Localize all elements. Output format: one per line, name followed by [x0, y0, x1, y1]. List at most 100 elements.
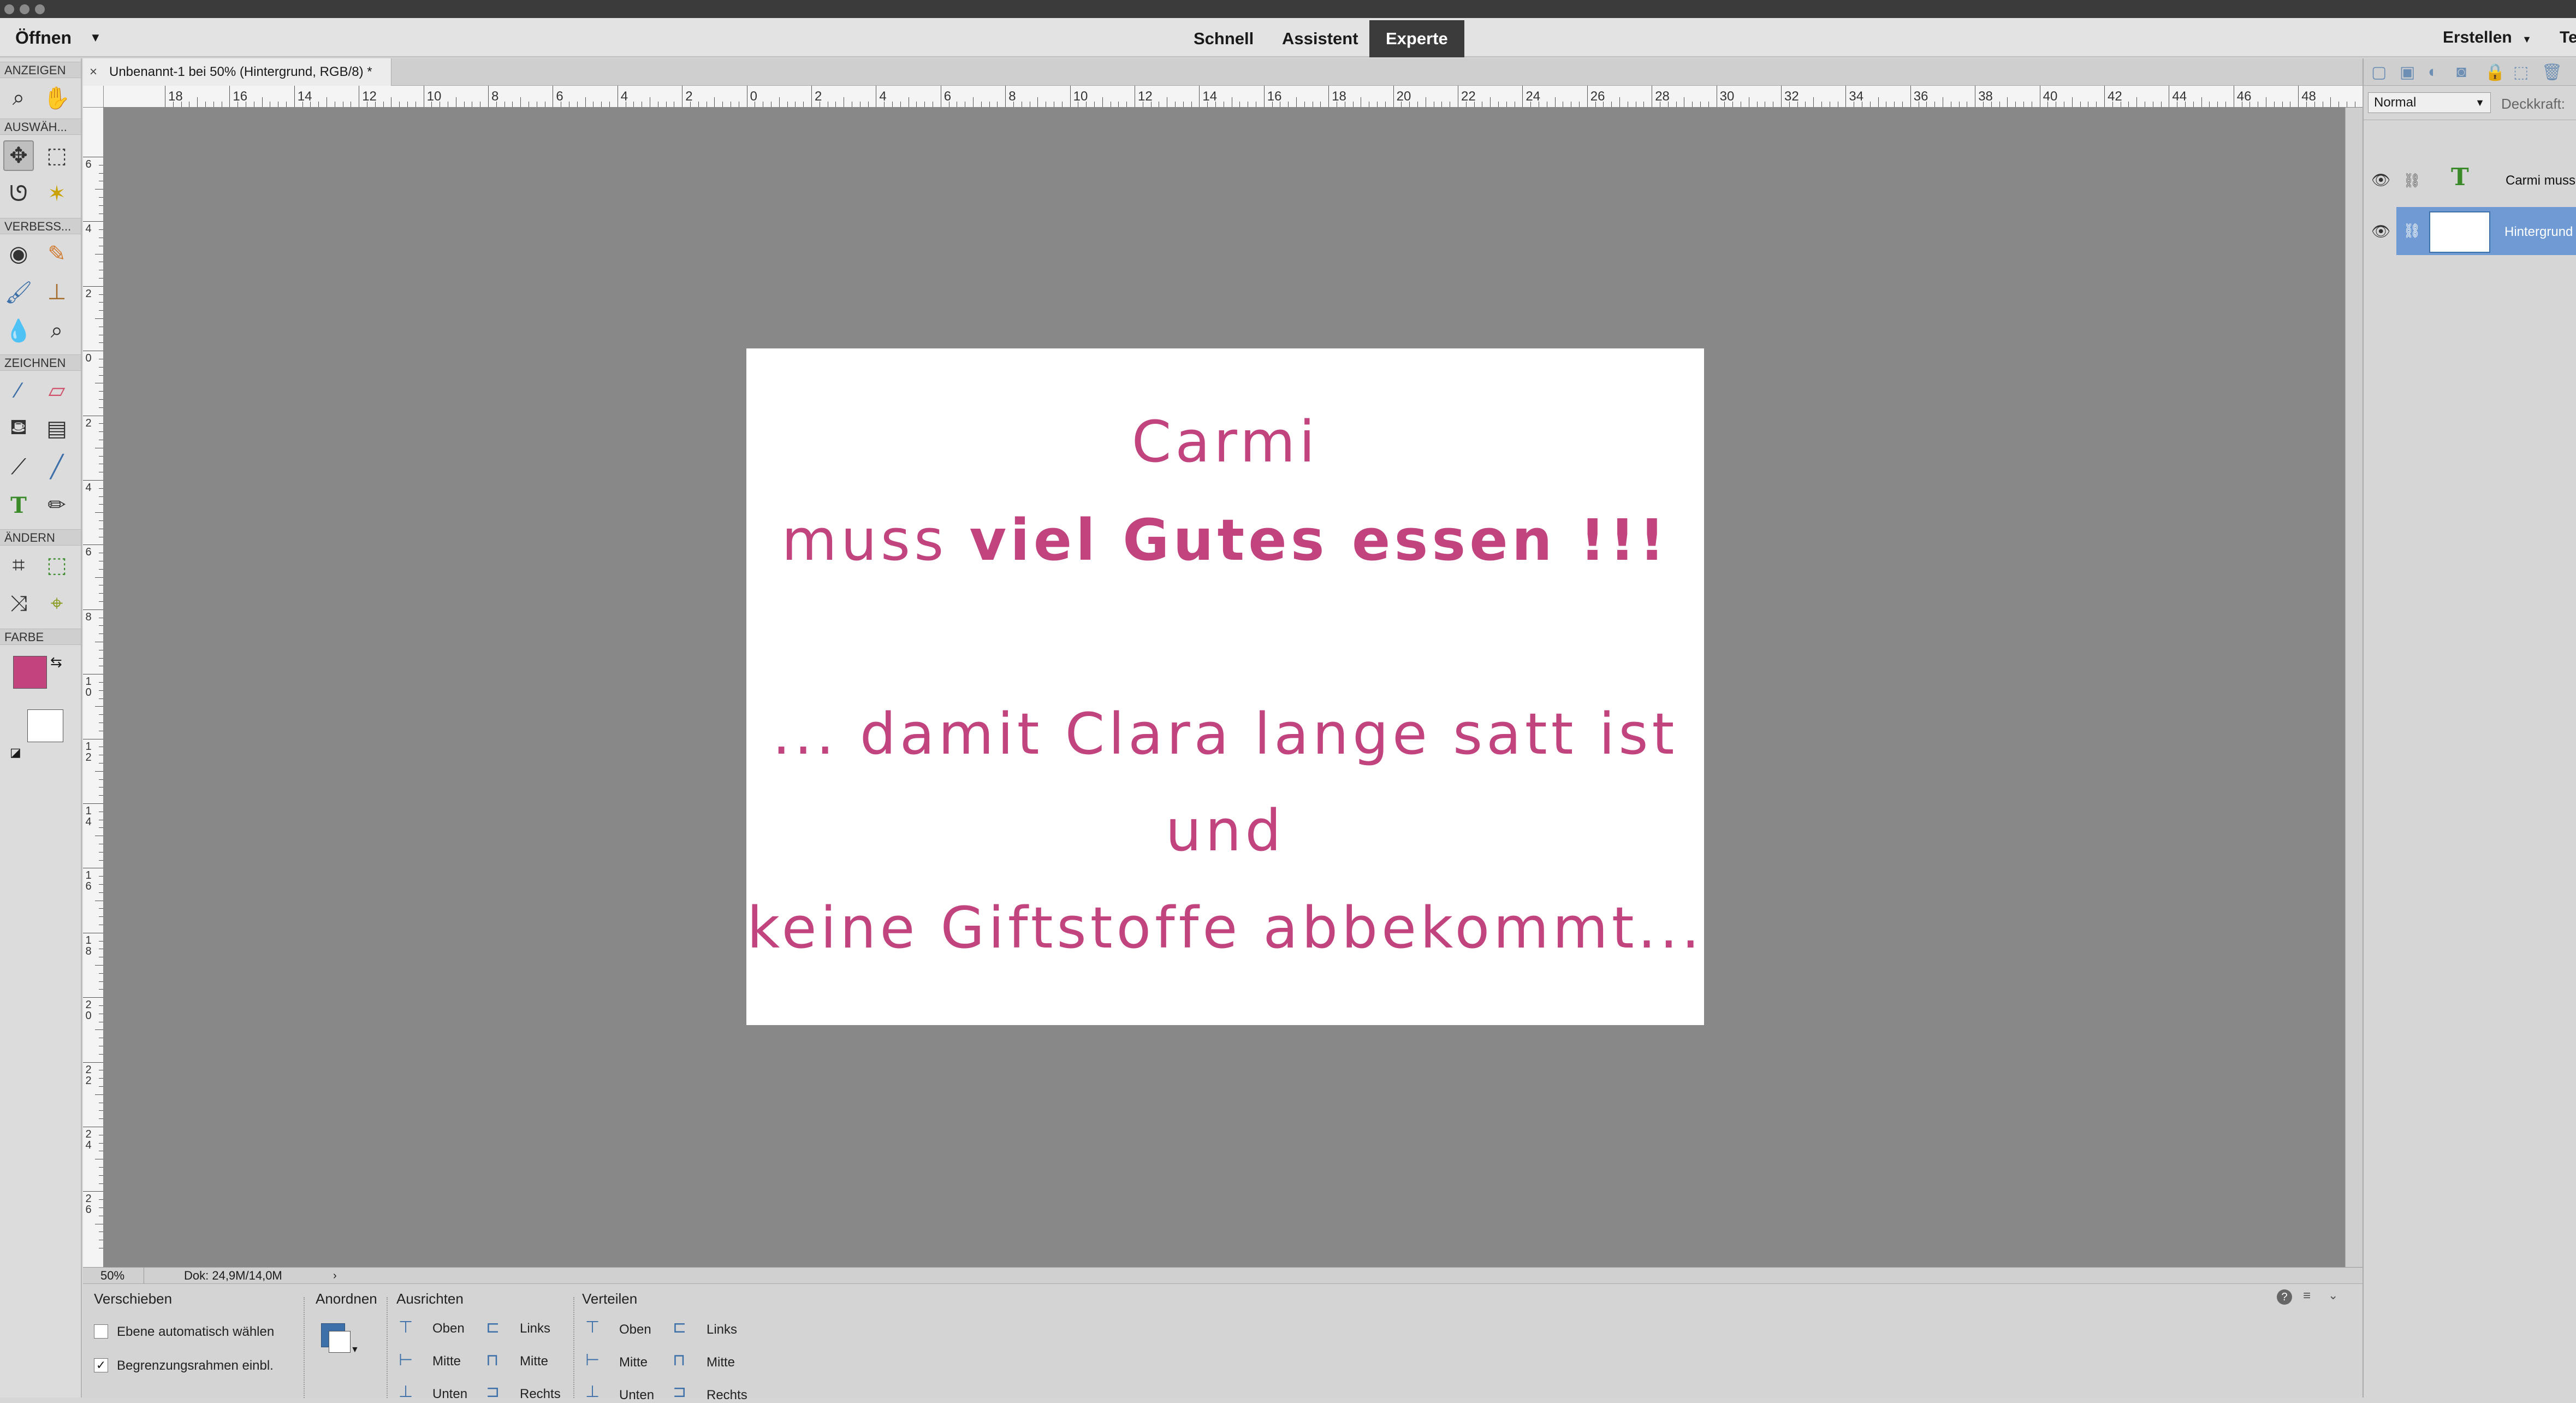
zoom-tool-icon[interactable]: ⌕	[3, 82, 34, 113]
share-menu-cut[interactable]: Te	[2560, 18, 2576, 57]
close-document-icon[interactable]: ×	[90, 58, 97, 86]
mode-tab-quick[interactable]: Schnell	[1177, 20, 1270, 57]
show-bounding-box-checkbox[interactable]: ✓	[94, 1358, 108, 1372]
align-top-icon[interactable]: ⊤	[399, 1318, 413, 1337]
background-color-swatch[interactable]	[27, 709, 63, 742]
document-tab-title[interactable]: Unbenannt-1 bei 50% (Hintergrund, RGB/8)…	[109, 64, 372, 79]
align-left-icon[interactable]: ⊏	[486, 1318, 500, 1337]
eyedropper-tool-icon[interactable]: ⟋	[3, 452, 34, 482]
lock-transparent-icon[interactable]: ⬚	[2513, 63, 2528, 82]
show-bounding-box-label[interactable]: Begrenzungsrahmen einbl.	[117, 1358, 274, 1374]
distribute-right-label[interactable]: Rechts	[707, 1388, 747, 1403]
mode-tab-guided[interactable]: Assistent	[1266, 20, 1375, 57]
lock-all-icon[interactable]: 🔒	[2485, 63, 2505, 82]
document-canvas[interactable]: Carmi muss viel Gutes essen !!! ... dami…	[746, 348, 1704, 1025]
crop-tool-icon[interactable]: ⌗	[3, 550, 34, 581]
align-bottom-label[interactable]: Unten	[432, 1387, 467, 1402]
canvas-workspace[interactable]: Carmi muss viel Gutes essen !!! ... dami…	[104, 108, 2345, 1267]
distribute-right-icon[interactable]: ⊐	[673, 1382, 686, 1401]
brush-tool-icon[interactable]: ∕	[3, 375, 34, 406]
help-icon[interactable]: ?	[2277, 1289, 2292, 1305]
text-tool-icon[interactable]: T	[3, 490, 34, 520]
default-colors-icon[interactable]: ◪	[10, 745, 21, 760]
distribute-center-label[interactable]: Mitte	[707, 1355, 735, 1370]
layer-name[interactable]: Carmi muss	[2506, 173, 2575, 188]
content-move-tool-icon[interactable]: ⤨	[3, 588, 34, 619]
arrange-menu-button[interactable]: ▼	[319, 1321, 359, 1361]
zoom-value[interactable]: 50%	[100, 1269, 124, 1282]
align-center-label[interactable]: Mitte	[520, 1354, 548, 1369]
align-middle-icon[interactable]: ⊢	[399, 1351, 413, 1370]
distribute-bottom-label[interactable]: Unten	[619, 1388, 654, 1403]
line-tool-icon[interactable]: ╱	[41, 452, 72, 482]
align-left-label[interactable]: Links	[520, 1321, 550, 1336]
close-window-icon[interactable]	[4, 4, 14, 14]
new-group-icon[interactable]: ▣	[2400, 63, 2415, 82]
collapse-options-icon[interactable]: ⌄	[2328, 1288, 2338, 1303]
blend-mode-select[interactable]: Normal ▼	[2368, 92, 2491, 113]
mode-tab-expert[interactable]: Experte	[1369, 20, 1464, 57]
eraser-tool-icon[interactable]: ▱	[41, 375, 72, 406]
ruler-origin[interactable]	[83, 86, 104, 108]
blur-tool-icon[interactable]: 💧	[3, 315, 34, 346]
layer-row-text[interactable]: 👁 ⛓ T Carmi muss	[2364, 157, 2576, 205]
gradient-tool-icon[interactable]: ▤	[41, 413, 72, 444]
distribute-middle-label[interactable]: Mitte	[619, 1355, 648, 1370]
pencil-tool-icon[interactable]: ✏	[41, 490, 72, 520]
align-center-icon[interactable]: ⊓	[486, 1351, 498, 1370]
recompose-tool-icon[interactable]: ⬚	[41, 550, 72, 581]
layer-visibility-eye-icon[interactable]: 👁	[2371, 171, 2391, 189]
red-eye-tool-icon[interactable]: ◉	[3, 239, 34, 269]
layer-mask-icon[interactable]: ◙	[2456, 63, 2466, 81]
align-middle-label[interactable]: Mitte	[432, 1354, 461, 1369]
new-layer-icon[interactable]: ▢	[2371, 63, 2387, 82]
open-menu-label[interactable]: Öffnen	[15, 28, 72, 48]
swap-colors-icon[interactable]: ⇆	[50, 654, 62, 671]
clone-stamp-tool-icon[interactable]: ⊥	[41, 277, 72, 307]
sponge-tool-icon[interactable]: ⌕	[41, 315, 72, 346]
create-menu[interactable]: Erstellen ▼	[2443, 18, 2532, 59]
align-right-label[interactable]: Rechts	[520, 1387, 561, 1402]
healing-brush-tool-icon[interactable]: ✎	[41, 239, 72, 269]
marquee-tool-icon[interactable]: ⬚	[41, 140, 72, 171]
status-menu-arrow-icon[interactable]: ›	[333, 1268, 337, 1284]
paint-bucket-tool-icon[interactable]: ⛾	[3, 413, 34, 444]
layer-link-icon[interactable]: ⛓	[2403, 222, 2421, 239]
move-tool-icon[interactable]: ✥	[3, 140, 34, 171]
distribute-left-icon[interactable]: ⊏	[673, 1318, 686, 1337]
layer-link-icon[interactable]: ⛓	[2403, 172, 2421, 189]
auto-select-layer-label[interactable]: Ebene automatisch wählen	[117, 1324, 274, 1340]
delete-layer-icon[interactable]: 🗑	[2542, 63, 2562, 82]
align-top-label[interactable]: Oben	[432, 1321, 465, 1336]
distribute-middle-icon[interactable]: ⊢	[585, 1351, 600, 1370]
smart-brush-tool-icon[interactable]: 🖌	[3, 277, 34, 307]
lasso-tool-icon[interactable]: ᘎ	[3, 179, 34, 209]
distribute-left-label[interactable]: Links	[707, 1322, 737, 1337]
distribute-top-icon[interactable]: ⊤	[585, 1318, 600, 1337]
open-dropdown-icon[interactable]: ▼	[90, 18, 102, 57]
layer-name[interactable]: Hintergrund	[2504, 224, 2573, 240]
auto-select-layer-checkbox[interactable]	[94, 1324, 108, 1339]
zoom-field[interactable]: 50%	[90, 1268, 144, 1284]
create-menu-label[interactable]: Erstellen	[2443, 28, 2512, 46]
align-bottom-icon[interactable]: ⊥	[399, 1382, 413, 1401]
layer-row-background-selected[interactable]: ⛓ Hintergrund	[2396, 207, 2576, 255]
hand-tool-icon[interactable]: ✋	[41, 82, 72, 113]
blend-mode-value[interactable]: Normal	[2374, 95, 2416, 110]
straighten-tool-icon[interactable]: ⌖	[41, 588, 72, 619]
magic-wand-tool-icon[interactable]: ✶	[41, 179, 72, 209]
open-menu[interactable]: Öffnen	[15, 18, 72, 57]
ruler-minor-tick	[1611, 102, 1612, 107]
distribute-top-label[interactable]: Oben	[619, 1322, 651, 1337]
document-tab[interactable]: Unbenannt-1 bei 50% (Hintergrund, RGB/8)…	[83, 58, 391, 86]
distribute-bottom-icon[interactable]: ⊥	[585, 1382, 600, 1401]
layer-visibility-eye-icon[interactable]: 👁	[2371, 222, 2391, 240]
minimize-window-icon[interactable]	[20, 4, 29, 14]
vertical-scrollbar[interactable]	[2345, 108, 2363, 1267]
adjustment-layer-icon[interactable]: ◐	[2428, 63, 2438, 81]
foreground-color-swatch[interactable]	[13, 656, 47, 689]
distribute-center-icon[interactable]: ⊓	[673, 1351, 685, 1370]
maximize-window-icon[interactable]	[35, 4, 45, 14]
options-menu-icon[interactable]: ≡	[2303, 1288, 2311, 1304]
align-right-icon[interactable]: ⊐	[486, 1382, 500, 1401]
